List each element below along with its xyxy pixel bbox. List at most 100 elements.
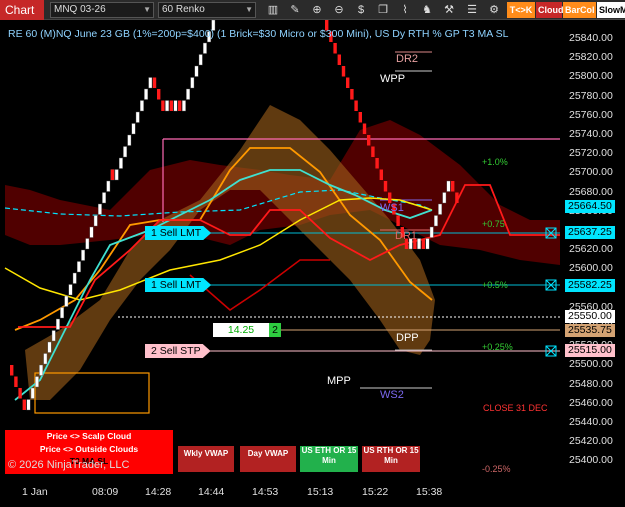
day-vwap-button[interactable]: Day VWAP — [240, 446, 296, 472]
tools-icon[interactable]: ⚒ — [442, 3, 456, 17]
time-axis-label: 14:28 — [145, 486, 172, 498]
pct-minus-0-25: -0.25% — [482, 464, 511, 474]
renko-brick-up — [47, 341, 52, 353]
renko-brick-down — [350, 89, 354, 100]
renko-brick-up — [202, 42, 207, 54]
renko-brick-up — [190, 77, 195, 89]
time-axis-label: 08:09 — [92, 486, 119, 498]
price-panel[interactable]: RE 60 (M)NQ June 23 GB (1%=200p=$400) (1… — [0, 20, 625, 507]
renko-brick-up — [446, 180, 451, 192]
ws2-label: WS2 — [380, 389, 404, 401]
renko-brick-up — [139, 100, 144, 112]
renko-brick-down — [354, 100, 358, 111]
copy-icon[interactable]: ❐ — [376, 3, 390, 17]
renko-brick-down — [396, 215, 400, 226]
renko-brick-up — [76, 261, 81, 273]
us-eth-or-label-2: Min — [322, 456, 336, 465]
renko-brick-down — [152, 77, 157, 88]
renko-brick-up — [93, 215, 98, 227]
price-axis-label: 25820.00 — [569, 51, 613, 64]
renko-brick-down — [157, 89, 161, 100]
period-selector[interactable]: 60 Renko ▼ — [158, 2, 256, 18]
renko-brick-down — [110, 169, 115, 180]
renko-brick-down — [341, 66, 346, 77]
us-eth-or-button[interactable]: US ETH OR 15 Min — [300, 446, 358, 472]
properties-icon[interactable]: ☰ — [465, 3, 479, 17]
renko-brick-down — [333, 43, 337, 54]
price-tag-cyan-1: 25664.50 — [565, 200, 615, 213]
pencil-icon[interactable]: ✎ — [288, 3, 302, 17]
renko-brick-up — [26, 399, 31, 411]
renko-brick-down — [379, 169, 383, 180]
price-axis-label: 25600.00 — [569, 262, 613, 275]
ws1-label: WS1 — [380, 202, 404, 214]
renko-brick-down — [18, 388, 22, 399]
instrument-selector[interactable]: MNQ 03-26 ▼ — [50, 2, 154, 18]
chart-menu-button[interactable]: Chart — [0, 0, 44, 20]
renko-brick-down — [367, 135, 371, 146]
renko-brick-up — [97, 203, 102, 215]
renko-brick-up — [144, 88, 148, 100]
renko-brick-down — [22, 399, 26, 410]
renko-brick-up — [72, 272, 77, 284]
renko-brick-down — [421, 238, 425, 249]
price-axis-label: 25480.00 — [569, 377, 613, 390]
pct-plus-0-5: +0.5% — [482, 280, 508, 290]
settings-icon[interactable]: ⚙ — [487, 3, 501, 17]
us-rth-or-button[interactable]: US RTH OR 15 Min — [362, 446, 420, 472]
price-axis-label: 25700.00 — [569, 166, 613, 179]
pct-plus-1-0: +1.0% — [482, 157, 508, 167]
renko-brick-up — [35, 376, 39, 388]
zoom-out-icon[interactable]: ⊖ — [332, 3, 346, 17]
zoom-in-icon[interactable]: ⊕ — [310, 3, 324, 17]
position-qty[interactable]: 2 — [269, 323, 281, 337]
position-pnl[interactable]: 14.25 — [213, 323, 269, 337]
slowm-toggle-button[interactable]: SlowM — [597, 2, 625, 18]
period-value: 60 Renko — [162, 4, 205, 15]
price-tag-cyan-3: 25582.25 — [565, 279, 615, 292]
indicators-icon[interactable]: ⌇ — [398, 3, 412, 17]
renko-brick-up — [442, 192, 447, 204]
legend-scalp-cloud: Price <> Scalp Cloud — [5, 430, 173, 443]
sell-limit-order-1[interactable]: 1 Sell LMT — [145, 226, 212, 240]
price-axis-label: 25420.00 — [569, 435, 613, 448]
renko-brick-up — [106, 180, 111, 192]
pct-plus-0-75: +0.75 — [482, 219, 505, 229]
renko-brick-down — [371, 146, 375, 157]
renko-brick-up — [434, 215, 438, 227]
renko-brick-down — [358, 112, 362, 123]
barcol-toggle-button[interactable]: BarCol — [563, 2, 596, 18]
renko-brick-up — [186, 88, 190, 100]
renko-brick-up — [102, 192, 107, 204]
renko-brick-up — [68, 284, 73, 296]
price-axis-label: 25780.00 — [569, 89, 613, 102]
renko-brick-up — [81, 249, 86, 261]
instrument-value: MNQ 03-26 — [54, 4, 106, 15]
renko-brick-up — [194, 65, 199, 77]
t-k-toggle-button[interactable]: T<>K — [507, 2, 535, 18]
cloud-toggle-button[interactable]: Cloud — [536, 2, 564, 18]
close-label: CLOSE 31 DEC — [483, 403, 548, 413]
legend-outside-clouds: Price <> Outside Clouds — [5, 443, 173, 456]
dollar-icon[interactable]: $ — [354, 3, 368, 17]
renko-brick-up — [43, 353, 48, 365]
renko-brick-up — [85, 238, 90, 250]
wkly-vwap-button[interactable]: Wkly VWAP — [178, 446, 234, 472]
renko-brick-down — [451, 181, 455, 192]
renko-brick-down — [455, 192, 459, 203]
price-tag-pink: 25515.00 — [565, 344, 615, 357]
renko-brick-up — [438, 203, 442, 215]
time-axis-label: 1 Jan — [22, 486, 48, 498]
sell-stop-order[interactable]: 2 Sell STP — [145, 344, 211, 358]
chevron-down-icon: ▼ — [245, 5, 253, 14]
sell-limit-order-2[interactable]: 1 Sell LMT — [145, 278, 212, 292]
price-axis-label: 25760.00 — [569, 108, 613, 121]
time-axis-label: 14:44 — [198, 486, 225, 498]
strategies-icon[interactable]: ♞ — [420, 3, 434, 17]
renko-brick-up — [173, 100, 178, 112]
renko-brick-up — [60, 307, 65, 319]
price-axis-label: 25840.00 — [569, 32, 613, 44]
bar-chart-icon[interactable]: ▥ — [266, 3, 280, 17]
price-axis-label: 25400.00 — [569, 454, 613, 467]
time-axis-label: 15:13 — [307, 486, 334, 498]
